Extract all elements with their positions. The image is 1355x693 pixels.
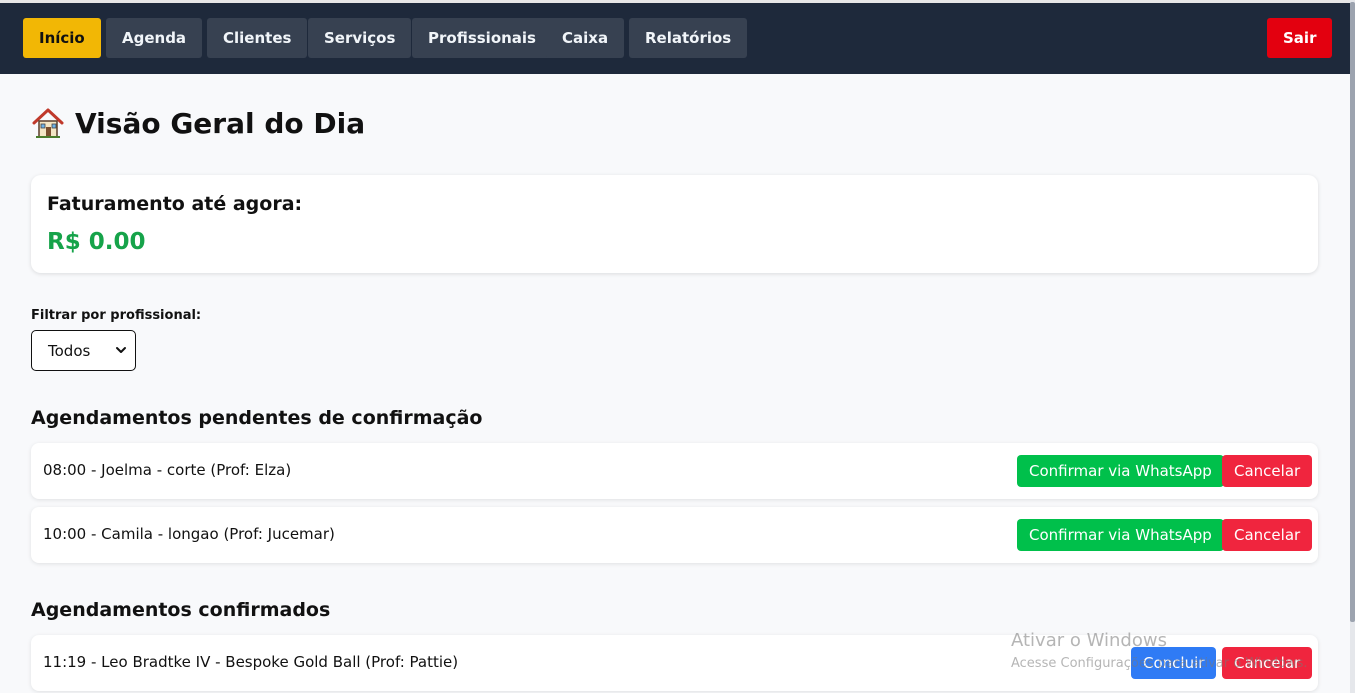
page-title-text: Visão Geral do Dia [75, 106, 366, 140]
house-icon [32, 108, 64, 138]
professional-filter-value: Todos [48, 342, 91, 360]
revenue-value: R$ 0.00 [47, 229, 146, 255]
revenue-label: Faturamento até agora: [47, 193, 303, 215]
nav-inicio-button[interactable]: Início [23, 18, 101, 58]
nav-agenda-button[interactable]: Agenda [106, 18, 203, 58]
pending-appointment-row: 10:00 - Camila - longao (Prof: Jucemar) … [31, 507, 1318, 563]
nav-profissionais-button[interactable]: Profissionais [412, 18, 552, 58]
nav-relatorios-button[interactable]: Relatórios [629, 18, 748, 58]
confirm-whatsapp-button[interactable]: Confirmar via WhatsApp [1017, 519, 1224, 551]
top-navbar: Início Agenda Clientes Serviços Profissi… [0, 0, 1350, 74]
filter-label: Filtrar por profissional: [31, 308, 202, 323]
chevron-down-icon [116, 347, 126, 353]
scrollbar-thumb[interactable] [1350, 2, 1355, 622]
conclude-button[interactable]: Concluir [1131, 647, 1217, 679]
cancel-button[interactable]: Cancelar [1222, 519, 1313, 551]
pending-section-title: Agendamentos pendentes de confirmação [31, 407, 483, 429]
nav-clientes-button[interactable]: Clientes [207, 18, 308, 58]
nav-servicos-button[interactable]: Serviços [308, 18, 412, 58]
page-title: Visão Geral do Dia [31, 106, 365, 140]
confirmed-appointment-row: 11:19 - Leo Bradtke IV - Bespoke Gold Ba… [31, 635, 1318, 691]
confirmed-section-title: Agendamentos confirmados [31, 599, 331, 621]
revenue-card: Faturamento até agora: R$ 0.00 [31, 175, 1318, 273]
nav-caixa-button[interactable]: Caixa [546, 18, 625, 58]
appointment-text: 11:19 - Leo Bradtke IV - Bespoke Gold Ba… [43, 653, 459, 671]
scrollbar-track[interactable] [1350, 0, 1355, 693]
appointment-text: 10:00 - Camila - longao (Prof: Jucemar) [43, 525, 335, 543]
logout-button[interactable]: Sair [1267, 18, 1333, 58]
confirm-whatsapp-button[interactable]: Confirmar via WhatsApp [1017, 455, 1224, 487]
cancel-button[interactable]: Cancelar [1222, 455, 1313, 487]
pending-appointment-row: 08:00 - Joelma - corte (Prof: Elza) Conf… [31, 443, 1318, 499]
app-page: Início Agenda Clientes Serviços Profissi… [0, 0, 1355, 693]
appointment-text: 08:00 - Joelma - corte (Prof: Elza) [43, 461, 292, 479]
cancel-button[interactable]: Cancelar [1222, 647, 1313, 679]
professional-filter-select[interactable]: Todos [31, 330, 136, 371]
